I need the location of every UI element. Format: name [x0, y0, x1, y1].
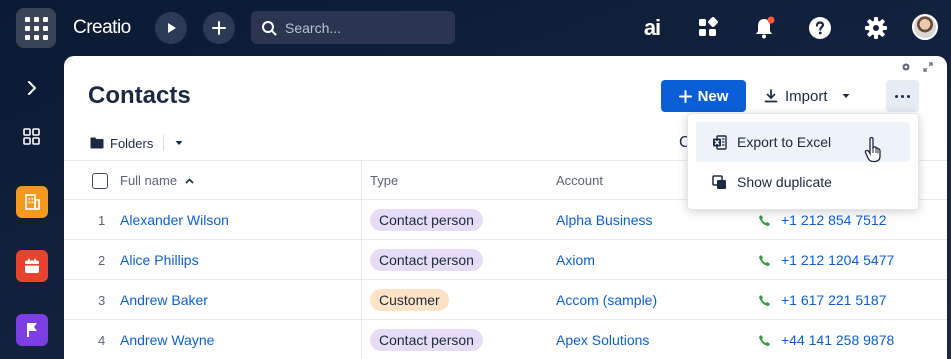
phone-number: +1 212 1204 5477 [781, 252, 895, 268]
column-header-label: Full name [120, 173, 178, 188]
divider [163, 135, 165, 151]
app-grid-button[interactable] [16, 8, 56, 48]
phone-icon [759, 214, 770, 226]
phone-number: +1 212 854 7512 [781, 212, 887, 228]
search-input[interactable] [285, 19, 435, 36]
phone-icon [759, 254, 770, 266]
notifications-button[interactable] [750, 14, 778, 42]
menu-item-show-duplicate[interactable]: Show duplicate [696, 162, 910, 202]
phone-icon [759, 334, 770, 346]
table-row[interactable]: 2 Alice Phillips Contact person Axiom +1… [64, 240, 947, 280]
table-row[interactable]: 4 Andrew Wayne Contact person Apex Solut… [64, 320, 947, 359]
contact-name-link[interactable]: Alexander Wilson [120, 212, 229, 228]
select-all-checkbox[interactable] [92, 173, 108, 189]
sidebar-item-dashboards[interactable] [16, 121, 48, 153]
type-badge: Customer [370, 289, 449, 311]
phone-number: +44 141 258 9878 [781, 332, 895, 348]
panel-controls [901, 62, 933, 72]
user-avatar[interactable] [912, 14, 938, 40]
ai-icon: ai [643, 15, 661, 40]
type-badge: Contact person [370, 249, 483, 271]
caret-down-icon [175, 141, 183, 145]
import-button[interactable]: Import [764, 80, 851, 112]
run-process-button[interactable] [155, 12, 187, 44]
row-number: 3 [98, 293, 106, 308]
widgets-icon [699, 17, 719, 36]
more-dot [901, 94, 904, 98]
account-link[interactable]: Apex Solutions [556, 332, 649, 348]
contact-name-link[interactable]: Alice Phillips [120, 252, 199, 268]
folder-icon [90, 137, 104, 149]
phone-icon [759, 294, 770, 306]
creatio-logo: Creatio [73, 17, 131, 38]
folders-label: Folders [110, 135, 154, 151]
phone-link[interactable]: +44 141 258 9878 [758, 332, 894, 348]
row-number: 1 [98, 213, 106, 228]
help-icon [809, 17, 831, 39]
row-number: 4 [98, 333, 106, 348]
create-button[interactable] [203, 12, 235, 44]
expand-sidebar-button[interactable] [16, 72, 48, 104]
more-actions-button[interactable] [886, 80, 919, 112]
phone-link[interactable]: +1 617 221 5187 [758, 292, 887, 308]
more-actions-menu: Export to Excel Show duplicate [687, 113, 919, 210]
gear-icon [865, 17, 887, 39]
apps-button[interactable] [694, 14, 722, 42]
caret-down-icon [842, 94, 850, 98]
bell-icon [756, 16, 775, 39]
sidebar-item-accounts[interactable] [16, 186, 48, 218]
account-link[interactable]: Axiom [556, 252, 595, 268]
expand-icon[interactable] [923, 62, 933, 72]
account-link[interactable]: Alpha Business [556, 212, 653, 228]
duplicate-icon [712, 174, 726, 189]
plus-icon [212, 21, 226, 35]
table-row[interactable]: 3 Andrew Baker Customer Accom (sample) +… [64, 280, 947, 320]
panel-settings-icon[interactable] [901, 62, 911, 72]
column-header-account[interactable]: Account [556, 173, 603, 188]
more-dot [907, 94, 910, 98]
new-button[interactable]: New [661, 80, 746, 112]
sidebar-item-flag[interactable] [16, 314, 48, 346]
import-button-label: Import [785, 87, 828, 105]
menu-item-label: Show duplicate [737, 174, 832, 190]
ai-assistant-button[interactable]: ai [637, 14, 667, 42]
row-number: 2 [98, 253, 106, 268]
more-dot [895, 94, 898, 98]
search-icon [262, 20, 277, 35]
sidebar-item-calendar[interactable] [16, 250, 48, 282]
menu-item-label: Export to Excel [737, 134, 832, 150]
excel-icon [713, 134, 727, 150]
building-icon [25, 194, 40, 210]
phone-link[interactable]: +1 212 854 7512 [758, 212, 887, 228]
flag-icon [27, 323, 37, 337]
phone-link[interactable]: +1 212 1204 5477 [758, 252, 894, 268]
settings-button[interactable] [862, 14, 890, 42]
column-header-type[interactable]: Type [370, 173, 398, 188]
top-bar: Creatio ai [0, 0, 951, 56]
calendar-icon [25, 258, 39, 273]
play-icon [168, 23, 176, 33]
contact-name-link[interactable]: Andrew Wayne [120, 332, 214, 348]
sort-ascending-icon [185, 177, 194, 184]
hand-cursor-icon [864, 137, 881, 163]
help-button[interactable] [806, 14, 834, 42]
phone-number: +1 617 221 5187 [781, 292, 887, 308]
global-search[interactable] [251, 11, 455, 44]
new-button-label: New [697, 87, 729, 105]
download-icon [764, 89, 778, 103]
dashboard-icon [23, 128, 40, 145]
account-link[interactable]: Accom (sample) [556, 292, 657, 308]
type-badge: Contact person [370, 329, 483, 351]
contact-name-link[interactable]: Andrew Baker [120, 292, 208, 308]
folders-dropdown[interactable]: Folders [90, 135, 184, 151]
chevron-right-icon [28, 81, 37, 95]
plus-icon [678, 89, 692, 103]
page-title: Contacts [88, 82, 191, 109]
column-header-full-name[interactable]: Full name [120, 173, 194, 188]
type-badge: Contact person [370, 209, 483, 231]
